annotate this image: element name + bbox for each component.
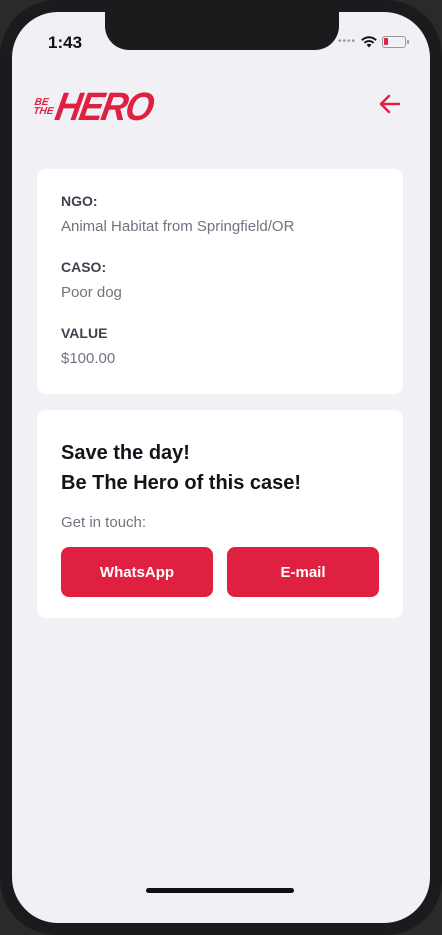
logo-wordmark: HERO (52, 83, 157, 129)
case-label: CASO: (61, 259, 107, 275)
wifi-icon (361, 36, 377, 48)
ngo-label: NGO: (61, 193, 98, 209)
logo-prefix: BE THE (32, 97, 56, 117)
be-the-hero-logo: BE THE HERO (32, 84, 156, 130)
contact-description: Get in touch: (61, 514, 147, 531)
signal-dots-icon: •••• (337, 36, 356, 47)
email-button[interactable]: E-mail (227, 547, 379, 597)
battery-low-icon (382, 36, 409, 48)
contact-card: Save the day! Be The Hero of this case! … (37, 410, 403, 618)
whatsapp-button[interactable]: WhatsApp (61, 547, 213, 597)
value-label: VALUE (61, 325, 108, 341)
home-indicator[interactable] (146, 888, 294, 893)
ngo-value: Animal Habitat from Springfield/OR (61, 218, 295, 235)
status-icons: •••• (337, 36, 409, 48)
back-button[interactable] (376, 90, 404, 118)
value-amount: $100.00 (61, 350, 116, 367)
case-value: Poor dog (61, 284, 122, 301)
incident-card: NGO: Animal Habitat from Springfield/OR … (37, 169, 403, 394)
arrow-left-icon (379, 94, 401, 114)
status-time: 1:43 (48, 33, 83, 52)
app-screen: 1:43 •••• BE THE HERO NGO: Animal Habita… (12, 12, 430, 923)
hero-title-line2: Be The Hero of this case! (61, 472, 302, 494)
hero-title-line1: Save the day! (61, 442, 190, 464)
device-notch (105, 12, 339, 50)
logo-prefix-line2: THE (32, 106, 55, 117)
phone-frame: 1:43 •••• BE THE HERO NGO: Animal Habita… (0, 0, 442, 935)
contact-actions: WhatsApp E-mail (61, 547, 379, 597)
